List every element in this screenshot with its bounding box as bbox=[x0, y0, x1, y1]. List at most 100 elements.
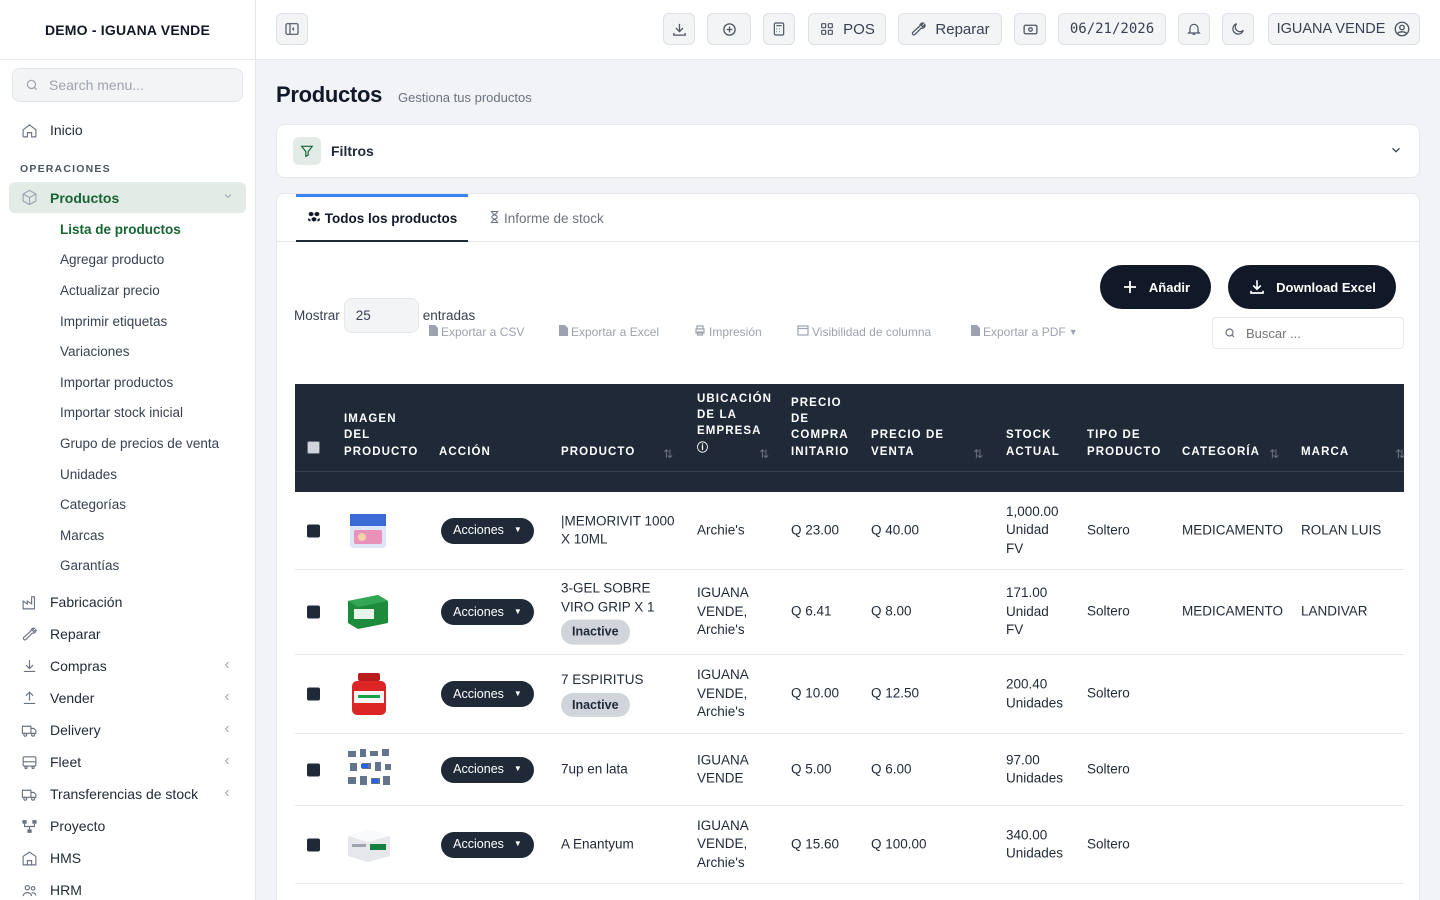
sidebar-item-fabricacion[interactable]: Fabricación bbox=[0, 586, 255, 618]
truck-icon bbox=[20, 785, 38, 803]
chevron-down-icon[interactable] bbox=[1389, 143, 1403, 160]
table-header: IMAGEN DEL PRODUCTO ACCIÓN PRODUCTO ⇅ UBIC… bbox=[295, 384, 1405, 492]
actions-dropdown-button[interactable]: Acciones ▼ bbox=[441, 831, 534, 858]
sidebar-sub-categorias[interactable]: Categorías bbox=[0, 489, 255, 520]
header-sale-price[interactable]: PRECIO DE VENTA bbox=[871, 427, 944, 460]
sidebar-item-transferencias[interactable]: Transferencias de stock bbox=[0, 778, 255, 810]
purchase-price: Q 15.60 bbox=[791, 836, 840, 852]
sidebar-search[interactable] bbox=[12, 68, 243, 102]
products-card: Todos los productos Informe de stock Mos… bbox=[276, 193, 1420, 900]
sidebar-item-delivery[interactable]: Delivery bbox=[0, 714, 255, 746]
export-excel-button[interactable]: Exportar a Excel bbox=[559, 325, 659, 339]
sidebar-item-compras[interactable]: Compras bbox=[0, 650, 255, 682]
product-type: Soltero bbox=[1087, 603, 1130, 619]
header-product[interactable]: PRODUCTO bbox=[561, 444, 635, 460]
actions-dropdown-button[interactable]: Acciones ▼ bbox=[441, 681, 534, 707]
cash-button[interactable] bbox=[1014, 13, 1046, 45]
download-button[interactable] bbox=[663, 13, 695, 45]
sidebar-item-vender[interactable]: Vender bbox=[0, 682, 255, 714]
sidebar-item-reparar[interactable]: Reparar bbox=[0, 618, 255, 650]
sidebar-item-proyecto[interactable]: Proyecto bbox=[0, 810, 255, 842]
toggle-sidebar-button[interactable] bbox=[276, 13, 308, 45]
sidebar-sub-lista-productos[interactable]: Lista de productos bbox=[0, 214, 255, 245]
sidebar-item-hrm[interactable]: HRM bbox=[0, 874, 255, 900]
add-button[interactable] bbox=[707, 13, 751, 45]
actions-dropdown-button[interactable]: Acciones ▼ bbox=[441, 517, 534, 544]
home-icon bbox=[20, 121, 38, 139]
table-row[interactable]: Acciones ▼ |MEMORIVIT 1000 X 10ML Archie's… bbox=[295, 492, 1404, 570]
actions-dropdown-button[interactable]: Acciones ▼ bbox=[441, 599, 534, 625]
export-csv-button[interactable]: Exportar a CSV bbox=[429, 325, 524, 339]
sort-icon[interactable]: ⇅ bbox=[1395, 447, 1405, 461]
table-search-input[interactable] bbox=[1246, 325, 1396, 341]
add-product-button[interactable]: Añadir bbox=[1100, 265, 1211, 309]
header-purchase-price[interactable]: PRECIO DE COMPRA INITARIO bbox=[791, 395, 849, 460]
sidebar-item-inicio[interactable]: Inicio bbox=[0, 114, 255, 146]
sale-price: Q 8.00 bbox=[871, 603, 912, 619]
export-csv-label: Exportar a CSV bbox=[441, 325, 525, 339]
sidebar-sub-marcas[interactable]: Marcas bbox=[0, 520, 255, 551]
sidebar-search-input[interactable] bbox=[49, 77, 229, 93]
calculator-button[interactable] bbox=[763, 13, 795, 45]
product-type: Soltero bbox=[1087, 836, 1130, 852]
notifications-button[interactable] bbox=[1178, 13, 1210, 45]
sidebar-sub-unidades[interactable]: Unidades bbox=[0, 459, 255, 490]
sidebar-sub-grupo-precios[interactable]: Grupo de precios de venta bbox=[0, 428, 255, 459]
caret-down-icon: ▼ bbox=[513, 764, 522, 774]
sort-icon[interactable]: ⇅ bbox=[973, 447, 983, 461]
sidebar: DEMO - IGUANA VENDE Inicio OPERACIONES P… bbox=[0, 0, 256, 900]
stock-value: 171.00 Unidad FV bbox=[1006, 585, 1049, 638]
pos-button[interactable]: POS bbox=[808, 13, 886, 45]
row-checkbox[interactable] bbox=[307, 605, 320, 619]
table-search[interactable] bbox=[1212, 317, 1404, 349]
sidebar-sub-imprimir-etiquetas[interactable]: Imprimir etiquetas bbox=[0, 306, 255, 337]
row-checkbox[interactable] bbox=[307, 687, 320, 701]
chevron-down-icon bbox=[222, 190, 234, 205]
sidebar-sub-variaciones[interactable]: Variaciones bbox=[0, 336, 255, 367]
users-icon bbox=[20, 881, 38, 899]
table-row[interactable]: Acciones ▼ 7up en lata IGUANA VENDE Q 5.00… bbox=[295, 734, 1404, 806]
table-row[interactable]: Acciones ▼ 3-GEL SOBRE VIRO GRIP X 1 Inacti… bbox=[295, 570, 1404, 655]
header-brand[interactable]: MARCA bbox=[1301, 444, 1349, 460]
sort-icon[interactable]: ⇅ bbox=[759, 447, 769, 461]
sidebar-sub-importar-productos[interactable]: Importar productos bbox=[0, 367, 255, 398]
header-category[interactable]: CATEGORÍA bbox=[1182, 444, 1260, 460]
user-circle-icon bbox=[1394, 21, 1410, 37]
table-row[interactable]: Acciones ▼ 7 ESPIRITUS Inactive IGUANA VEND… bbox=[295, 655, 1404, 734]
page-subtitle: Gestiona tus productos bbox=[398, 90, 532, 105]
row-checkbox[interactable] bbox=[307, 763, 320, 776]
column-visibility-button[interactable]: Visibilidad de columna bbox=[797, 325, 931, 339]
header-product-type[interactable]: TIPO DE PRODUCTO bbox=[1087, 427, 1161, 460]
print-button[interactable]: Impresión bbox=[694, 325, 762, 339]
date-display[interactable]: 06/21/2026 bbox=[1058, 13, 1166, 45]
sort-icon[interactable]: ⇅ bbox=[663, 447, 673, 461]
sidebar-item-fleet[interactable]: Fleet bbox=[0, 746, 255, 778]
caret-down-icon: ▼ bbox=[513, 688, 522, 698]
download-excel-button[interactable]: Download Excel bbox=[1228, 265, 1396, 309]
tab-stock-report[interactable]: Informe de stock bbox=[489, 194, 604, 242]
sidebar-sub-agregar-producto[interactable]: Agregar producto bbox=[0, 245, 255, 276]
filters-panel[interactable]: Filtros bbox=[276, 124, 1420, 178]
tab-all-products[interactable]: Todos los productos bbox=[296, 194, 468, 242]
repair-button[interactable]: Reparar bbox=[898, 13, 1002, 45]
actions-dropdown-button[interactable]: Acciones ▼ bbox=[441, 756, 534, 783]
table-row[interactable]: Acciones ▼ A Enantyum IGUANA VENDE, Archie'… bbox=[295, 806, 1404, 884]
select-all-checkbox[interactable] bbox=[307, 441, 320, 454]
dark-mode-button[interactable] bbox=[1222, 13, 1254, 45]
header-stock[interactable]: STOCK ACTUAL bbox=[1006, 427, 1060, 460]
export-pdf-button[interactable]: Exportar a PDF ▼ bbox=[971, 325, 1078, 339]
sidebar-item-productos[interactable]: Productos bbox=[9, 182, 246, 213]
cash-icon bbox=[1022, 24, 1038, 34]
add-product-label: Añadir bbox=[1148, 279, 1191, 295]
sidebar-sub-garantias[interactable]: Garantías bbox=[0, 551, 255, 582]
entries-select[interactable]: 25 bbox=[343, 298, 419, 333]
sidebar-sub-actualizar-precio[interactable]: Actualizar precio bbox=[0, 275, 255, 306]
row-checkbox[interactable] bbox=[307, 524, 320, 537]
user-menu-button[interactable]: IGUANA VENDE bbox=[1268, 13, 1420, 45]
purchase-price: Q 10.00 bbox=[791, 685, 840, 701]
row-checkbox[interactable] bbox=[307, 838, 320, 851]
export-excel-label: Exportar a Excel bbox=[571, 325, 660, 339]
sidebar-sub-importar-stock[interactable]: Importar stock inicial bbox=[0, 398, 255, 429]
sort-icon[interactable]: ⇅ bbox=[1269, 447, 1279, 461]
sidebar-item-hms[interactable]: HMS bbox=[0, 842, 255, 874]
